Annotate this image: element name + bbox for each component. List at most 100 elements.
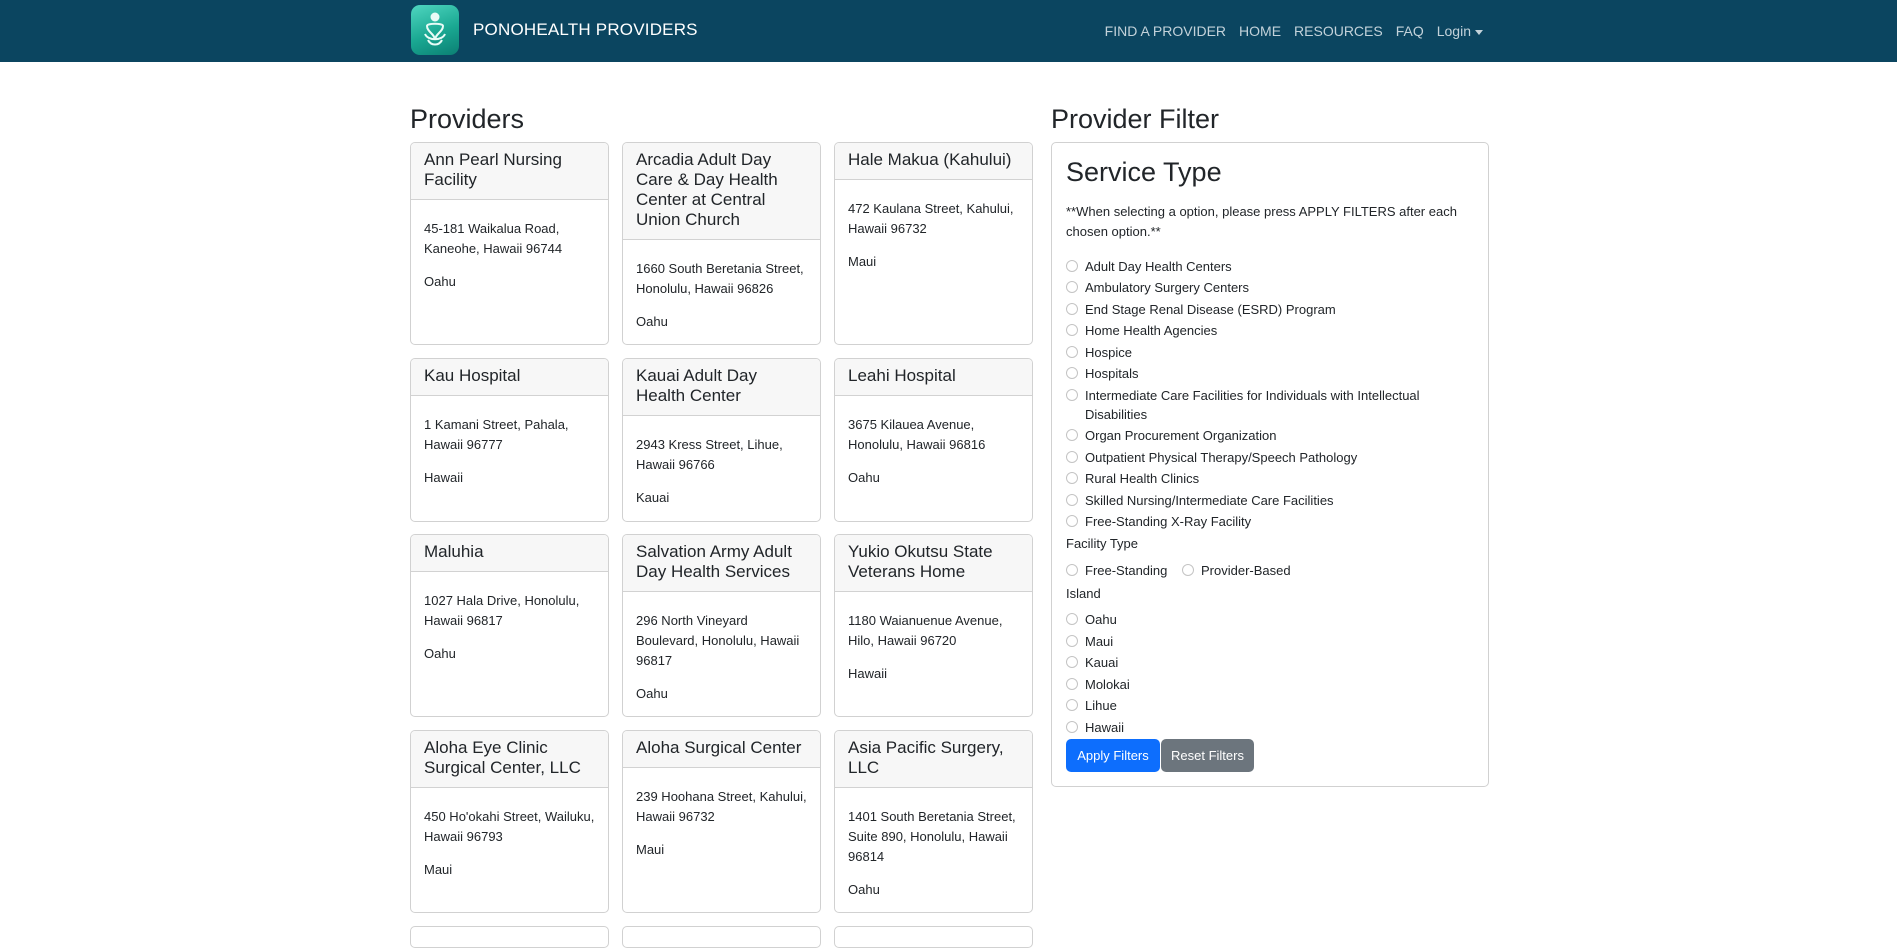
provider-name: Hale Makua (Kahului) — [835, 143, 1032, 180]
provider-island: Maui — [848, 254, 877, 269]
radio-button[interactable] — [1066, 656, 1078, 668]
provider-card[interactable]: Yukio Okutsu State Veterans Home 1180 Wa… — [834, 534, 1033, 717]
service-type-option[interactable]: Ambulatory Surgery Centers — [1066, 278, 1471, 297]
facility-type-option[interactable]: Provider-Based — [1182, 561, 1291, 580]
filter-instruction-note: **When selecting a option, please press … — [1066, 204, 1457, 239]
provider-island: Oahu — [636, 686, 668, 701]
nav-resources[interactable]: RESOURCES — [1294, 23, 1383, 39]
provider-name: Arcadia Adult Day Care & Day Health Cent… — [623, 143, 820, 240]
provider-address: 1660 South Beretania Street, Honolulu, H… — [636, 261, 804, 296]
radio-button[interactable] — [1182, 564, 1194, 576]
provider-address: 1401 South Beretania Street, Suite 890, … — [848, 809, 1016, 864]
nav-faq[interactable]: FAQ — [1396, 23, 1424, 39]
island-option[interactable]: Lihue — [1066, 696, 1471, 715]
provider-address: 450 Ho'okahi Street, Wailuku, Hawaii 967… — [424, 809, 595, 844]
radio-button[interactable] — [1066, 367, 1078, 379]
provider-island: Oahu — [848, 882, 880, 897]
island-option[interactable]: Kauai — [1066, 653, 1471, 672]
providers-title: Providers — [410, 104, 525, 134]
provider-name: Kau Hospital — [411, 359, 608, 396]
provider-island: Oahu — [848, 470, 880, 485]
provider-card[interactable] — [410, 926, 609, 948]
provider-card[interactable] — [622, 926, 821, 948]
service-type-option[interactable]: Rural Health Clinics — [1066, 469, 1471, 488]
service-type-option[interactable]: Free-Standing X-Ray Facility — [1066, 512, 1471, 531]
brand[interactable]: PONOHEALTH PROVIDERS — [411, 5, 698, 55]
provider-island: Hawaii — [848, 666, 888, 681]
provider-card[interactable]: Arcadia Adult Day Care & Day Health Cent… — [622, 142, 821, 345]
provider-island: Maui — [424, 862, 453, 877]
provider-card[interactable]: Aloha Surgical Center 239 Hoohana Street… — [622, 730, 821, 913]
nav-home[interactable]: HOME — [1239, 23, 1281, 39]
filter-panel: Service Type **When selecting a option, … — [1051, 142, 1489, 787]
radio-button[interactable] — [1066, 494, 1078, 506]
provider-card[interactable]: Hale Makua (Kahului) 472 Kaulana Street,… — [834, 142, 1033, 345]
provider-name: Salvation Army Adult Day Health Services — [623, 535, 820, 592]
island-label: Island — [1066, 586, 1101, 601]
radio-button[interactable] — [1066, 260, 1078, 272]
provider-name: Leahi Hospital — [835, 359, 1032, 396]
provider-card[interactable]: Aloha Eye Clinic Surgical Center, LLC 45… — [410, 730, 609, 913]
provider-card[interactable]: Kau Hospital 1 Kamani Street, Pahala, Ha… — [410, 358, 609, 522]
radio-button[interactable] — [1066, 472, 1078, 484]
provider-name: Asia Pacific Surgery, LLC — [835, 731, 1032, 788]
radio-button[interactable] — [1066, 564, 1078, 576]
provider-card[interactable]: Ann Pearl Nursing Facility 45-181 Waikal… — [410, 142, 609, 345]
service-type-option[interactable]: Skilled Nursing/Intermediate Care Facili… — [1066, 491, 1471, 510]
radio-button[interactable] — [1066, 303, 1078, 315]
provider-name: Kauai Adult Day Health Center — [623, 359, 820, 416]
radio-button[interactable] — [1066, 389, 1078, 401]
nav-find-provider[interactable]: FIND A PROVIDER — [1105, 23, 1226, 39]
provider-address: 1 Kamani Street, Pahala, Hawaii 96777 — [424, 417, 569, 452]
radio-button[interactable] — [1066, 429, 1078, 441]
radio-button[interactable] — [1066, 699, 1078, 711]
provider-name: Yukio Okutsu State Veterans Home — [835, 535, 1032, 592]
service-type-option[interactable]: End Stage Renal Disease (ESRD) Program — [1066, 300, 1471, 319]
radio-button[interactable] — [1066, 678, 1078, 690]
ponohealth-logo-icon — [411, 5, 459, 55]
island-option[interactable]: Hawaii — [1066, 718, 1471, 737]
service-type-option[interactable]: Intermediate Care Facilities for Individ… — [1066, 386, 1471, 424]
provider-address: 3675 Kilauea Avenue, Honolulu, Hawaii 96… — [848, 417, 986, 452]
island-option[interactable]: Molokai — [1066, 675, 1471, 694]
caret-down-icon — [1475, 29, 1483, 35]
provider-card[interactable]: Leahi Hospital 3675 Kilauea Avenue, Hono… — [834, 358, 1033, 522]
apply-filters-button[interactable]: Apply Filters — [1066, 739, 1160, 772]
radio-button[interactable] — [1066, 721, 1078, 733]
provider-address: 472 Kaulana Street, Kahului, Hawaii 9673… — [848, 201, 1014, 236]
provider-card[interactable]: Maluhia 1027 Hala Drive, Honolulu, Hawai… — [410, 534, 609, 717]
radio-button[interactable] — [1066, 324, 1078, 336]
radio-button[interactable] — [1066, 515, 1078, 527]
service-type-option[interactable]: Adult Day Health Centers — [1066, 257, 1471, 276]
radio-button[interactable] — [1066, 635, 1078, 647]
radio-button[interactable] — [1066, 346, 1078, 358]
service-type-option[interactable]: Organ Procurement Organization — [1066, 426, 1471, 445]
service-type-option[interactable]: Outpatient Physical Therapy/Speech Patho… — [1066, 448, 1471, 467]
provider-card[interactable]: Salvation Army Adult Day Health Services… — [622, 534, 821, 717]
facility-type-option[interactable]: Free-Standing — [1066, 561, 1167, 580]
service-type-option[interactable]: Hospitals — [1066, 364, 1471, 383]
service-type-option[interactable]: Hospice — [1066, 343, 1471, 362]
provider-card[interactable] — [834, 926, 1033, 948]
provider-address: 296 North Vineyard Boulevard, Honolulu, … — [636, 613, 800, 668]
provider-name: Maluhia — [411, 535, 608, 572]
service-type-heading: Service Type — [1066, 157, 1222, 187]
provider-address: 1027 Hala Drive, Honolulu, Hawaii 96817 — [424, 593, 580, 628]
reset-filters-button[interactable]: Reset Filters — [1161, 739, 1254, 772]
provider-card[interactable]: Asia Pacific Surgery, LLC 1401 South Ber… — [834, 730, 1033, 913]
island-option[interactable]: Maui — [1066, 632, 1471, 651]
service-type-option[interactable]: Home Health Agencies — [1066, 321, 1471, 340]
radio-button[interactable] — [1066, 281, 1078, 293]
nav-links: FIND A PROVIDER HOME RESOURCES FAQ Login — [1092, 0, 1483, 62]
provider-name: Aloha Surgical Center — [623, 731, 820, 768]
radio-button[interactable] — [1066, 451, 1078, 463]
radio-button[interactable] — [1066, 613, 1078, 625]
nav-login-dropdown[interactable]: Login — [1437, 23, 1483, 39]
provider-address: 2943 Kress Street, Lihue, Hawaii 96766 — [636, 437, 783, 472]
island-option[interactable]: Oahu — [1066, 610, 1471, 629]
login-label: Login — [1436, 23, 1471, 39]
top-navbar: PONOHEALTH PROVIDERS FIND A PROVIDER HOM… — [0, 0, 1897, 62]
provider-island: Oahu — [424, 274, 456, 289]
provider-filter-title: Provider Filter — [1051, 104, 1220, 134]
provider-card[interactable]: Kauai Adult Day Health Center 2943 Kress… — [622, 358, 821, 522]
